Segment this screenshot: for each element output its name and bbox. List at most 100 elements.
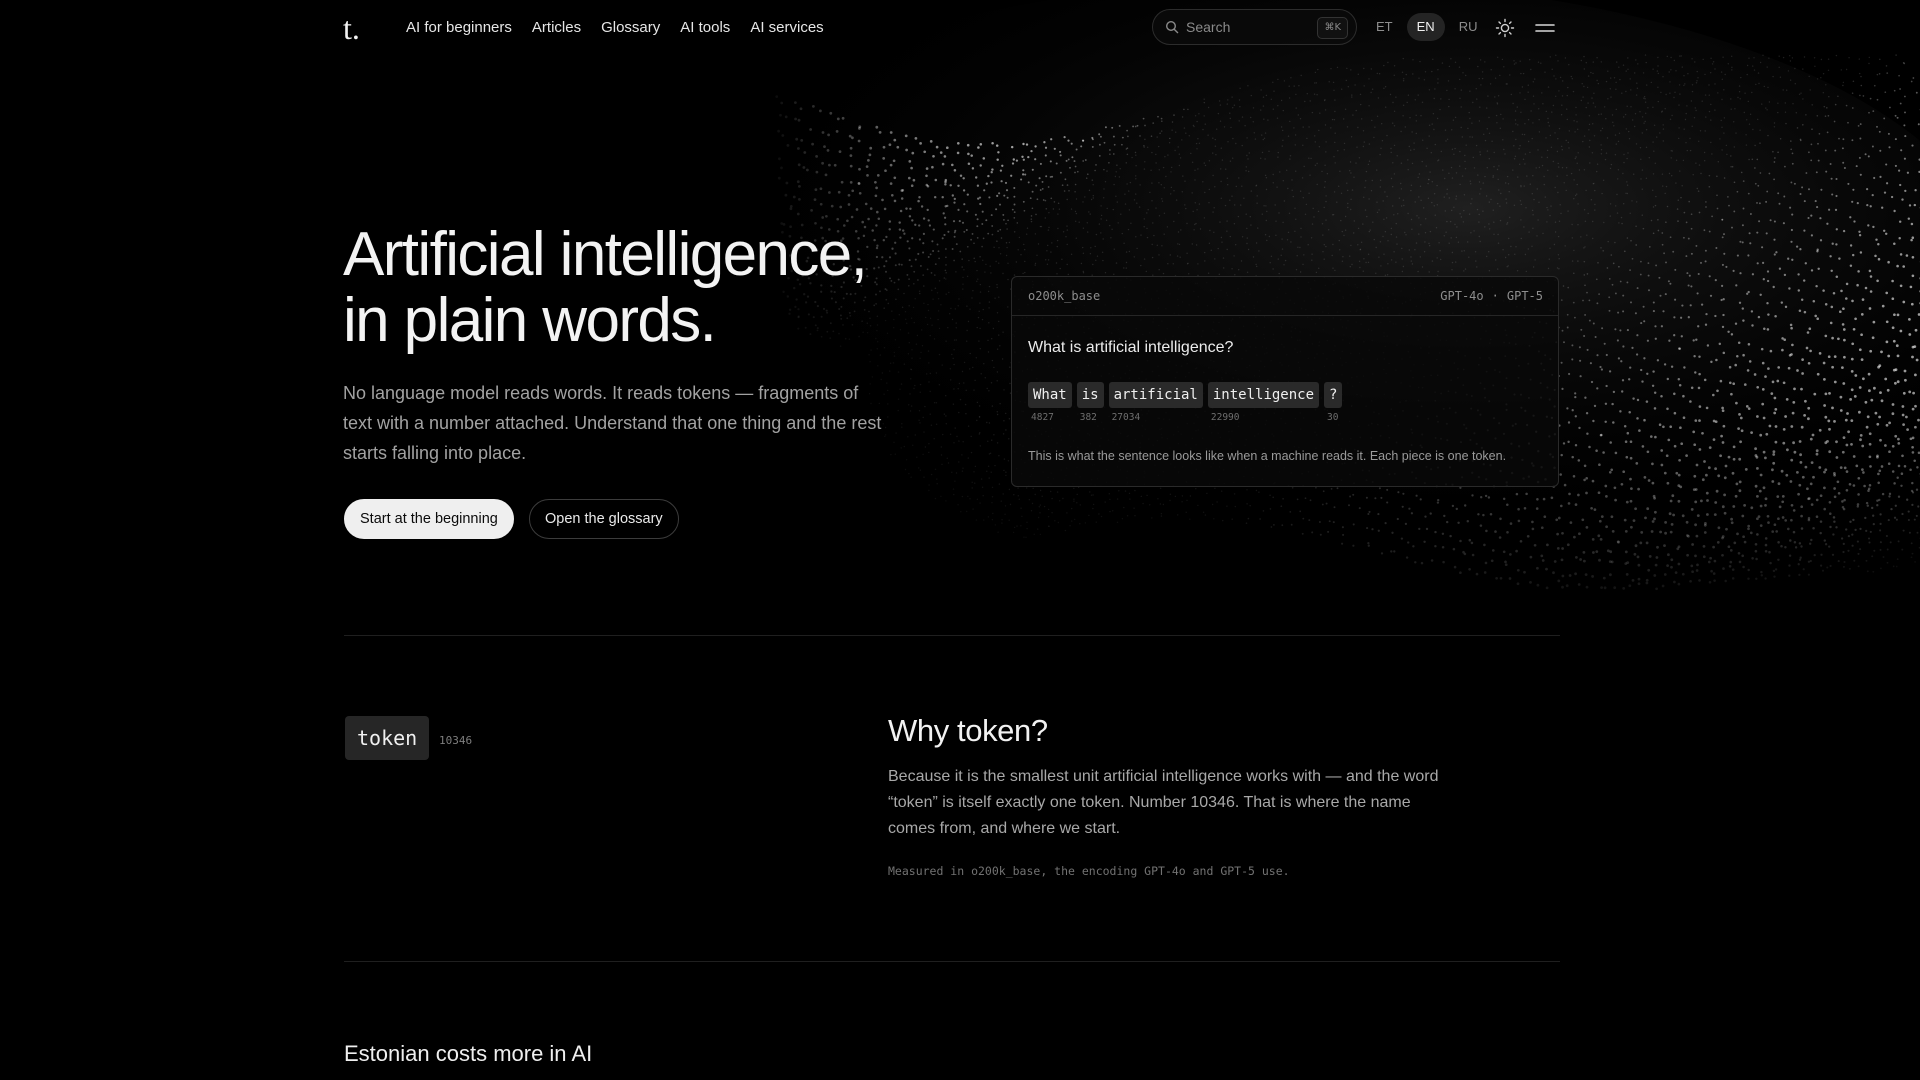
wave-particle xyxy=(958,220,961,223)
wave-particle xyxy=(1610,77,1612,79)
wave-particle xyxy=(957,305,959,307)
wave-particle xyxy=(1538,119,1540,121)
wave-particle xyxy=(1282,221,1284,224)
wave-particle xyxy=(1565,139,1567,142)
wave-particle xyxy=(1070,142,1073,145)
wave-particle xyxy=(1605,152,1608,154)
wave-particle xyxy=(1764,504,1767,507)
wave-particle xyxy=(1002,272,1004,275)
wave-particle xyxy=(1144,138,1146,141)
wave-particle xyxy=(1208,160,1211,162)
wave-particle xyxy=(972,290,974,292)
wave-particle xyxy=(1229,160,1232,162)
wave-particle xyxy=(1760,347,1764,351)
wave-particle xyxy=(1878,415,1881,419)
wave-particle xyxy=(1264,158,1266,160)
wave-particle xyxy=(1635,225,1637,228)
wave-particle xyxy=(1893,313,1896,317)
wave-particle xyxy=(1703,151,1706,154)
wave-particle xyxy=(1181,191,1184,193)
wave-particle xyxy=(1203,101,1206,104)
wave-particle xyxy=(967,495,969,498)
wave-particle xyxy=(1401,247,1403,250)
wave-particle xyxy=(886,382,888,384)
wave-particle xyxy=(1589,162,1591,164)
wave-particle xyxy=(978,433,980,435)
wave-particle xyxy=(1373,238,1376,241)
wave-particle xyxy=(1841,147,1844,150)
wave-particle xyxy=(953,169,957,172)
wave-particle xyxy=(1194,223,1196,226)
wave-particle xyxy=(1756,495,1759,498)
wave-particle xyxy=(1353,232,1355,234)
wave-particle xyxy=(1128,190,1130,192)
wave-particle xyxy=(1247,248,1250,251)
wave-particle xyxy=(1455,172,1458,174)
wave-particle xyxy=(1629,477,1632,481)
wave-particle xyxy=(979,164,982,167)
wave-particle xyxy=(1286,239,1289,241)
wave-particle xyxy=(1309,100,1311,102)
wave-particle xyxy=(1745,134,1747,136)
wave-particle xyxy=(1451,261,1454,264)
wave-particle xyxy=(1653,407,1657,410)
wave-particle xyxy=(1742,353,1745,357)
wave-particle xyxy=(1580,59,1583,62)
wave-particle xyxy=(1197,263,1199,265)
wave-particle xyxy=(1532,214,1534,216)
wave-particle xyxy=(828,163,831,167)
wave-particle xyxy=(1368,105,1370,107)
wave-particle xyxy=(1304,213,1307,215)
wave-particle xyxy=(1020,178,1023,181)
wave-particle xyxy=(914,137,918,140)
wave-particle xyxy=(1035,184,1038,187)
wave-particle xyxy=(1720,71,1723,73)
wave-particle xyxy=(991,233,994,236)
wave-particle xyxy=(1266,210,1268,213)
wave-particle xyxy=(1030,215,1033,217)
wave-particle xyxy=(1600,247,1602,249)
wave-particle xyxy=(882,145,886,149)
wave-particle xyxy=(1055,262,1058,264)
wave-particle xyxy=(1671,114,1673,117)
wave-particle xyxy=(1837,95,1839,98)
wave-particle xyxy=(1134,125,1137,128)
wave-particle xyxy=(1678,127,1680,129)
wave-particle xyxy=(1489,83,1492,85)
wave-particle xyxy=(1784,415,1787,418)
wave-particle xyxy=(1721,406,1724,410)
wave-particle xyxy=(1792,441,1795,445)
wave-particle xyxy=(1710,119,1712,121)
wave-particle xyxy=(1082,139,1085,142)
wave-particle xyxy=(953,197,956,201)
wave-particle xyxy=(1571,344,1574,347)
wave-particle xyxy=(904,468,907,471)
wave-particle xyxy=(1791,152,1794,155)
wave-particle xyxy=(955,472,958,474)
wave-particle xyxy=(1158,145,1160,148)
wave-particle xyxy=(1629,78,1631,80)
wave-particle xyxy=(1115,171,1117,173)
wave-particle xyxy=(1738,413,1741,416)
wave-particle xyxy=(1297,114,1300,116)
wave-particle xyxy=(1428,135,1430,137)
wave-particle xyxy=(941,195,944,199)
wave-particle xyxy=(1716,194,1718,197)
wave-particle xyxy=(991,439,993,441)
wave-particle xyxy=(1170,171,1172,173)
wave-particle xyxy=(957,184,960,187)
wave-particle xyxy=(1711,63,1714,65)
wave-particle xyxy=(1669,499,1673,503)
wave-particle xyxy=(1151,182,1153,184)
wave-particle xyxy=(1800,425,1804,429)
wave-particle xyxy=(1803,200,1806,203)
wave-particle xyxy=(900,383,903,385)
wave-particle xyxy=(1777,366,1781,369)
wave-particle xyxy=(1448,172,1450,174)
wave-particle xyxy=(1859,438,1862,442)
wave-particle xyxy=(1512,169,1514,171)
wave-particle xyxy=(980,478,983,480)
wave-particle xyxy=(1587,102,1589,104)
wave-particle xyxy=(1692,430,1696,434)
wave-particle xyxy=(1752,128,1754,131)
